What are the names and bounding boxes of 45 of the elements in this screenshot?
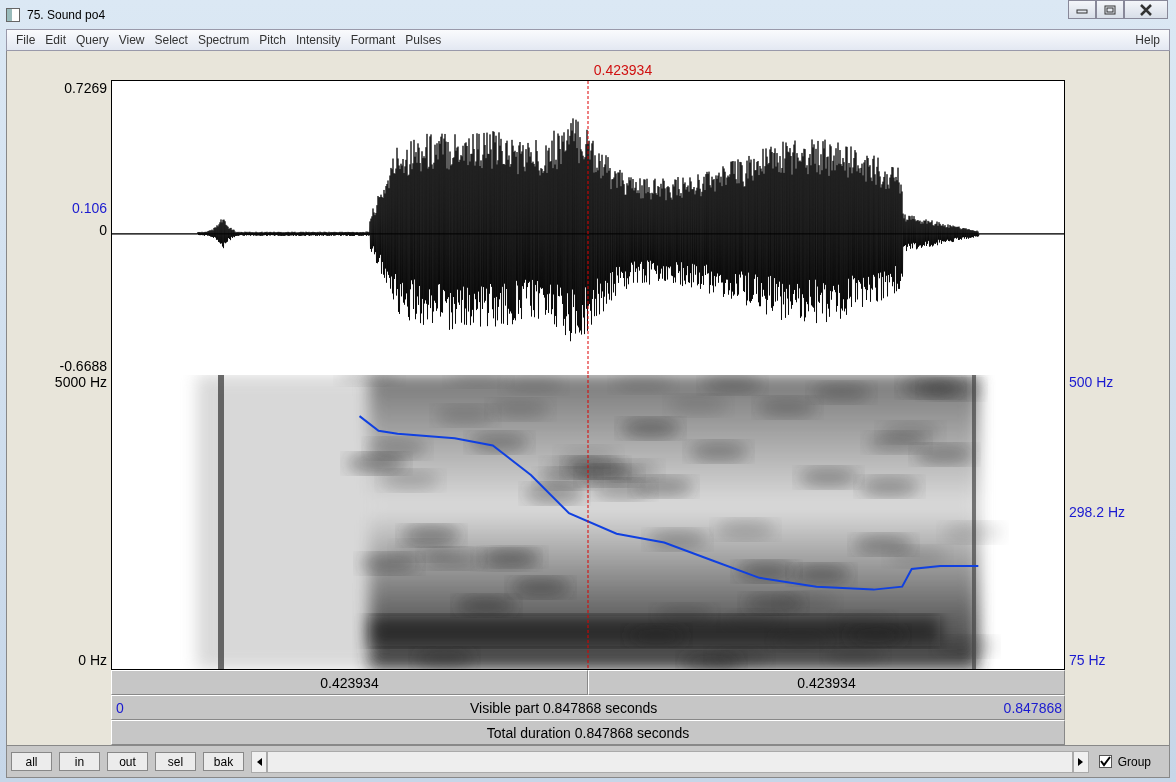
zoom-button[interactable]: all <box>11 752 52 771</box>
pitch-mid-label: 298.2 Hz <box>1069 504 1126 520</box>
menu-item[interactable]: Select <box>149 33 193 47</box>
window-icon <box>6 7 20 22</box>
menu-item[interactable]: Pulses <box>400 33 447 47</box>
menu-item[interactable]: Intensity <box>290 33 346 47</box>
amplitude-marker-label: 0.106 <box>71 200 107 216</box>
visible-part-label: Visible part 0.847868 seconds <box>470 699 658 716</box>
frequency-max-label: 5000 Hz <box>54 374 107 390</box>
visible-start-time: 0 <box>116 699 124 716</box>
menu-item[interactable]: Edit <box>40 33 72 47</box>
menu-item[interactable]: Query <box>71 33 114 47</box>
amplitude-max-label: 0.7269 <box>64 80 107 96</box>
maximize-button[interactable] <box>1096 0 1124 19</box>
pitch-min-label: 75 Hz <box>1069 652 1106 668</box>
amplitude-zero-label: 0 <box>99 222 107 238</box>
menu-item[interactable]: Spectrum <box>192 33 255 47</box>
zoom-button[interactable]: out <box>107 752 148 771</box>
total-duration-bar[interactable]: Total duration 0.847868 seconds <box>111 720 1065 745</box>
time-part-bar[interactable]: 0.423934 <box>111 670 588 695</box>
amplitude-min-label: -0.6688 <box>59 358 107 374</box>
cursor-time: 0.423934 <box>593 62 653 80</box>
menu-item[interactable]: View <box>113 33 150 47</box>
right-triangle-icon <box>1078 757 1084 766</box>
zoom-button[interactable]: in <box>59 752 100 771</box>
zoom-button[interactable]: bak <box>203 752 244 771</box>
visible-part-bar[interactable]: 0 Visible part 0.847868 seconds 0.847868 <box>111 695 1065 720</box>
menu-item[interactable]: Formant <box>345 33 401 47</box>
close-icon <box>1139 3 1153 16</box>
close-button[interactable] <box>1124 0 1168 19</box>
zoom-button[interactable]: sel <box>155 752 196 771</box>
maximize-icon <box>1104 4 1116 15</box>
visible-end-time: 0.847868 <box>1003 699 1062 716</box>
scroll-left-button[interactable] <box>251 750 267 773</box>
time-part-bar[interactable]: 0.423934 <box>588 670 1065 695</box>
group-checkbox[interactable] <box>1098 755 1112 768</box>
help-menu-item[interactable]: Help <box>1130 33 1165 47</box>
group-label: Group <box>1117 754 1151 769</box>
window-title: 75. Sound po4 <box>27 7 106 22</box>
minimize-button[interactable] <box>1068 0 1096 19</box>
left-triangle-icon <box>256 757 262 766</box>
frequency-min-label: 0 Hz <box>78 652 107 668</box>
pitch-max-label: 500 Hz <box>1069 374 1114 390</box>
menu-item[interactable]: File <box>11 33 41 47</box>
menu-item[interactable]: Pitch <box>254 33 291 47</box>
